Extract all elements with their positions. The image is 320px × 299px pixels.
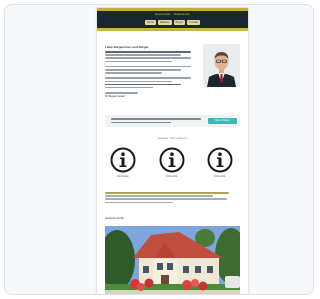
- header-title: Gemeinde · Newsletter: [155, 12, 190, 16]
- header-gold-stripe: [97, 8, 248, 11]
- info-item[interactable]: Information: [200, 147, 240, 178]
- cta-button[interactable]: Mehr erfahren: [208, 118, 237, 124]
- text-line: [105, 65, 191, 68]
- newsletter-document: Gemeinde · Newsletter Home Rathaus Bürge…: [97, 8, 248, 294]
- text-line: [105, 54, 181, 56]
- closing: Herzliche Grüße: [105, 217, 124, 220]
- header-nav: Home Rathaus Bürger Kontakt: [97, 20, 248, 26]
- text-line: [105, 92, 139, 94]
- section-title: Aktuelle Informationen: [157, 136, 188, 140]
- nav-item-buerger[interactable]: Bürger: [173, 20, 186, 25]
- text-line: [105, 86, 153, 89]
- body-paragraph: [105, 192, 240, 205]
- text-line: [105, 83, 181, 86]
- text-line: [105, 60, 172, 63]
- info-item[interactable]: Information: [152, 147, 192, 178]
- info-icon: [207, 147, 233, 173]
- nav-item-rathaus[interactable]: Rathaus: [157, 20, 172, 25]
- info-icon: [110, 147, 136, 173]
- text-line: [105, 57, 191, 59]
- cta-box: Mehr erfahren: [105, 115, 240, 127]
- info-item[interactable]: Information: [103, 147, 143, 178]
- info-caption: Information: [166, 175, 178, 178]
- nav-item-kontakt[interactable]: Kontakt: [187, 20, 201, 25]
- town-hall-photo: [105, 226, 240, 294]
- text-line: [105, 77, 191, 79]
- text-line: [105, 198, 227, 200]
- signature: Ihr Bürgermeister: [105, 95, 126, 99]
- newsletter-header: Gemeinde · Newsletter Home Rathaus Bürge…: [97, 8, 248, 28]
- header-underline: [97, 28, 248, 31]
- link-line[interactable]: [105, 192, 230, 194]
- info-caption: Information: [117, 175, 129, 178]
- info-caption: Information: [214, 175, 226, 178]
- cta-text-line: [111, 118, 201, 120]
- info-icon: [159, 147, 185, 173]
- text-line: [105, 68, 181, 71]
- text-line: [105, 80, 172, 83]
- text-line: [105, 195, 213, 197]
- mayor-portrait: [203, 44, 240, 87]
- cta-text-line: [111, 121, 171, 123]
- nav-item-home[interactable]: Home: [144, 20, 156, 25]
- text-line: [105, 51, 191, 53]
- text-line: [105, 201, 173, 204]
- greeting: Liebe Bürgerinnen und Bürger,: [105, 45, 150, 49]
- text-line: [105, 72, 162, 74]
- preview-frame: Gemeinde · Newsletter Home Rathaus Bürge…: [4, 4, 314, 295]
- intro-text: Liebe Bürgerinnen und Bürger, Ihr Bürger…: [105, 45, 200, 98]
